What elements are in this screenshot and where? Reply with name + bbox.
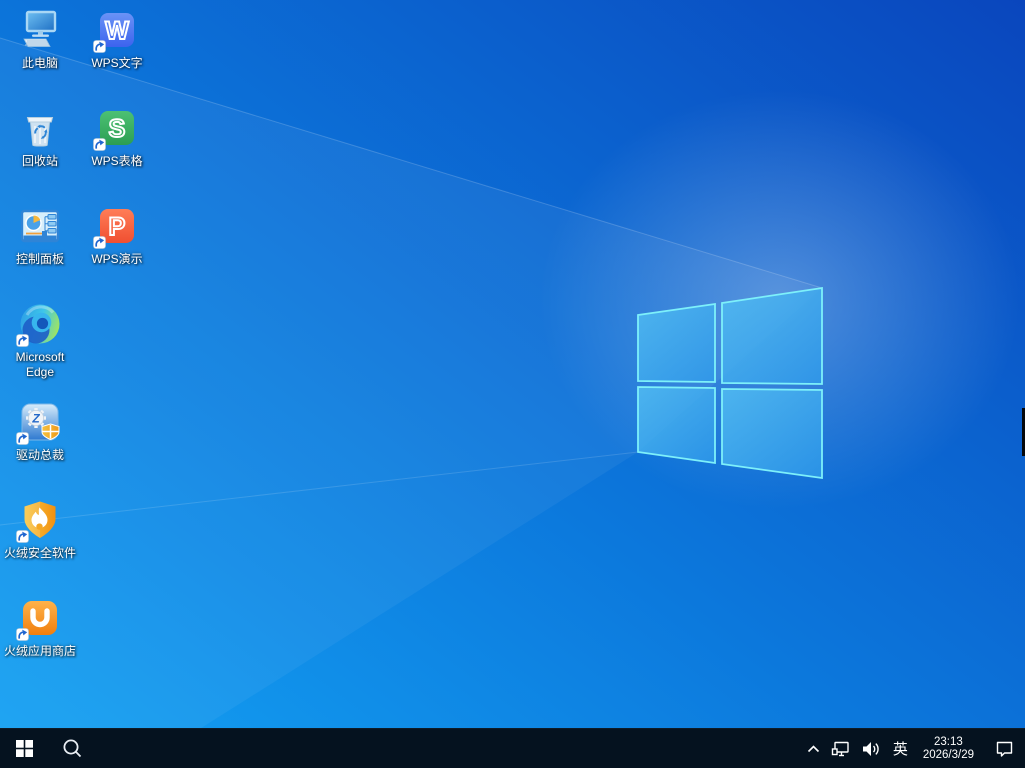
shortcut-arrow-icon <box>93 138 106 151</box>
desktop-icon-huorong-app-store[interactable]: 火绒应用商店 <box>2 596 78 659</box>
tray-volume[interactable] <box>856 729 886 768</box>
desktop-icon-huorong-security[interactable]: 火绒安全软件 <box>2 498 78 561</box>
svg-text:P: P <box>109 213 126 241</box>
desktop-icon-label: 火绒安全软件 <box>3 546 76 560</box>
desktop-icon-wps-spreadsheet[interactable]: S WPS表格 <box>79 106 155 169</box>
notification-icon <box>996 741 1013 757</box>
desktop-icon-driver-genius[interactable]: Z 驱动总裁 <box>2 400 78 463</box>
desktop-icon-microsoft-edge[interactable]: Microsoft Edge <box>2 302 78 380</box>
tray-network[interactable] <box>826 729 856 768</box>
desktop-icon-label: Microsoft Edge <box>15 350 65 379</box>
system-tray: 英 23:13 2026/3/29 <box>801 729 1025 768</box>
control-panel-icon <box>20 209 60 243</box>
recycle-bin-icon <box>26 117 54 147</box>
desktop: 此电脑 回收站 控制面板 Microsoft Edge Z 驱动总裁 火绒安全软… <box>0 0 1025 768</box>
shortcut-arrow-icon <box>16 628 29 641</box>
svg-text:W: W <box>105 17 129 45</box>
svg-text:S: S <box>109 115 126 143</box>
clock-time: 23:13 <box>934 735 963 748</box>
windows-start-icon <box>15 740 33 757</box>
shortcut-arrow-icon <box>16 432 29 445</box>
tray-language-indicator[interactable]: 英 <box>886 729 915 768</box>
desktop-icon-wps-writer[interactable]: W WPS文字 <box>79 8 155 71</box>
taskbar: 英 23:13 2026/3/29 <box>0 728 1025 768</box>
tray-show-hidden-icons[interactable] <box>801 729 826 768</box>
desktop-icon-this-pc[interactable]: 此电脑 <box>2 8 78 71</box>
tray-clock[interactable]: 23:13 2026/3/29 <box>915 729 982 768</box>
chevron-up-icon <box>807 744 819 752</box>
speaker-icon <box>862 741 879 756</box>
network-ethernet-icon <box>831 741 849 756</box>
desktop-icon-label: 回收站 <box>21 154 58 168</box>
desktop-icon-label: WPS文字 <box>91 56 143 70</box>
this-pc-icon <box>23 10 57 47</box>
clock-date: 2026/3/29 <box>922 748 974 761</box>
search-button[interactable] <box>48 729 96 768</box>
search-icon <box>63 739 81 758</box>
desktop-icon-label: WPS表格 <box>91 154 143 168</box>
start-button[interactable] <box>0 729 48 768</box>
language-label: 英 <box>892 741 908 758</box>
shortcut-arrow-icon <box>16 334 29 347</box>
shortcut-arrow-icon <box>93 236 106 249</box>
action-center-button[interactable] <box>986 729 1025 768</box>
shortcut-arrow-icon <box>93 40 106 53</box>
desktop-icon-recycle-bin[interactable]: 回收站 <box>2 106 78 169</box>
desktop-icon-label: 此电脑 <box>21 56 58 70</box>
desktop-icon-label: 控制面板 <box>15 252 64 266</box>
desktop-icon-label: 火绒应用商店 <box>3 644 76 658</box>
desktop-icon-wps-presentation[interactable]: P WPS演示 <box>79 204 155 267</box>
desktop-icon-control-panel[interactable]: 控制面板 <box>2 204 78 267</box>
shortcut-arrow-icon <box>16 530 29 543</box>
desktop-icon-label: WPS演示 <box>91 252 143 266</box>
desktop-icon-label: 驱动总裁 <box>15 448 64 462</box>
taskbar-empty-area <box>96 729 801 768</box>
svg-text:Z: Z <box>31 412 40 426</box>
